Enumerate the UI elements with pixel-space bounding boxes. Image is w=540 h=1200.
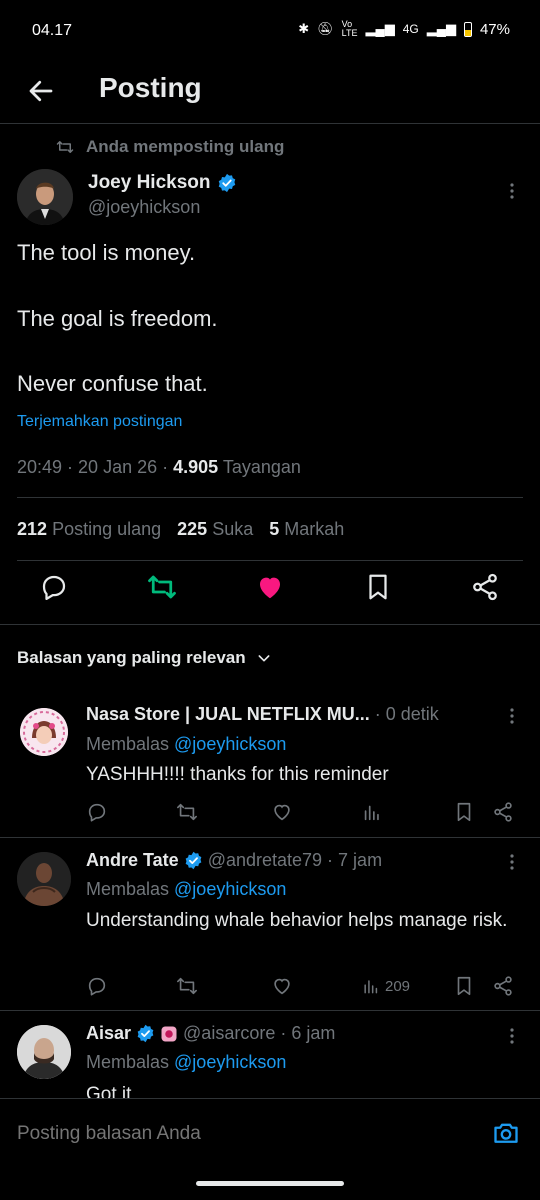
reply-mention[interactable]: @joeyhickson xyxy=(174,879,286,899)
status-icons: ✱ 🔕︎ Vo LTE ▂▄▆ 4G ▂▄▆ 47% xyxy=(298,20,510,38)
share-icon[interactable] xyxy=(492,801,514,823)
volte-icon: Vo LTE xyxy=(341,19,358,38)
post-timestamp: 20:49 · 20 Jan 26 · xyxy=(17,457,174,477)
views-button[interactable]: 209 xyxy=(361,976,410,996)
reply-author-handle[interactable]: @andretate79 xyxy=(208,850,322,871)
bookmark-icon[interactable] xyxy=(363,572,393,602)
mute-icon: 🔕︎ xyxy=(317,21,334,36)
repost-icon[interactable] xyxy=(147,572,177,602)
repost-label: Anda memposting ulang xyxy=(86,137,285,156)
author-handle[interactable]: @joeyhickson xyxy=(88,197,200,218)
battery-icon xyxy=(463,21,472,37)
post-stats: 212 Posting ulang 225 Suka 5 Markah xyxy=(17,519,344,540)
divider xyxy=(17,560,523,561)
repost-indicator: Anda memposting ulang xyxy=(56,137,284,157)
reply-author-name[interactable]: Aisar xyxy=(86,1023,131,1044)
post-text-line-3: Never confuse that. xyxy=(17,371,208,396)
repost-icon xyxy=(56,141,74,153)
reply-avatar[interactable] xyxy=(17,1025,71,1079)
reposts-stat[interactable]: 212 Posting ulang xyxy=(17,519,161,540)
reply-avatar[interactable] xyxy=(17,852,71,906)
views-icon xyxy=(364,980,378,994)
verified-badge-icon xyxy=(137,1024,154,1043)
reply-icon[interactable] xyxy=(86,975,108,997)
reply-mention[interactable]: @joeyhickson xyxy=(174,734,286,754)
views-count[interactable]: 4.905 xyxy=(173,457,218,477)
reply-time: · 7 jam xyxy=(327,850,383,870)
more-options-icon[interactable] xyxy=(502,181,522,201)
repost-icon[interactable] xyxy=(176,975,198,997)
like-icon[interactable] xyxy=(255,572,285,602)
home-indicator[interactable] xyxy=(196,1181,344,1186)
views-icon[interactable] xyxy=(361,801,383,823)
post-action-bar xyxy=(0,572,540,612)
likes-stat[interactable]: 225 Suka xyxy=(177,519,253,540)
bluetooth-icon: ✱ xyxy=(298,21,310,36)
reply-time: · 6 jam xyxy=(280,1023,336,1043)
top-bar: Posting xyxy=(0,62,540,124)
reply-input[interactable] xyxy=(17,1123,457,1145)
status-bar: 04.17 ✱ 🔕︎ Vo LTE ▂▄▆ 4G ▂▄▆ 47% xyxy=(0,0,540,62)
reply-author-handle[interactable]: @aisarcore xyxy=(183,1023,275,1044)
status-time: 04.17 xyxy=(32,22,73,39)
author-name[interactable]: Joey Hickson xyxy=(88,172,211,194)
verified-badge-icon xyxy=(218,173,235,193)
reply-avatar[interactable] xyxy=(20,708,68,756)
battery-level: 47% xyxy=(479,20,510,38)
chevron-down-icon xyxy=(258,655,270,662)
translate-link[interactable]: Terjemahkan postingan xyxy=(17,413,182,431)
like-icon[interactable] xyxy=(271,801,293,823)
views-label: Tayangan xyxy=(218,457,301,477)
more-options-icon[interactable] xyxy=(502,852,522,872)
author-name-row[interactable]: Joey Hickson xyxy=(88,172,237,194)
post-text-line-1: The tool is money. xyxy=(17,240,196,265)
verified-badge-icon xyxy=(185,851,202,870)
author-avatar[interactable] xyxy=(17,169,73,225)
reply-sort-dropdown[interactable]: Balasan yang paling relevan xyxy=(17,648,272,668)
bookmark-icon[interactable] xyxy=(453,801,475,823)
affiliate-badge-icon xyxy=(161,1026,177,1041)
reply-text: Got it xyxy=(86,1084,132,1098)
reply-text: YASHHH!!!! thanks for this reminder xyxy=(86,764,389,785)
reply-author-name[interactable]: Andre Tate xyxy=(86,850,179,871)
reply-icon[interactable] xyxy=(39,572,69,602)
share-icon[interactable] xyxy=(470,572,500,602)
reply-author-row[interactable]: Nasa Store | JUAL NETFLIX MU... · 0 deti… xyxy=(86,704,439,725)
divider xyxy=(0,837,540,838)
reply-3-clip: Aisar @aisarcore · 6 jam Membalas @joeyh… xyxy=(0,1011,540,1098)
page-title: Posting xyxy=(99,72,202,103)
signal-icon: ▂▄▆ xyxy=(365,21,395,36)
replying-to: Membalas @joeyhickson xyxy=(86,1052,287,1072)
camera-icon[interactable] xyxy=(492,1119,520,1147)
reply-text: Understanding whale behavior helps manag… xyxy=(86,910,508,931)
share-icon[interactable] xyxy=(492,975,514,997)
reply-author-name[interactable]: Nasa Store | JUAL NETFLIX MU... xyxy=(86,704,370,725)
like-icon[interactable] xyxy=(271,975,293,997)
back-arrow-icon[interactable] xyxy=(26,76,56,106)
divider xyxy=(0,624,540,625)
post-text-line-2: The goal is freedom. xyxy=(17,306,218,331)
reply-author-row[interactable]: Andre Tate @andretate79 · 7 jam xyxy=(86,850,382,871)
replying-to: Membalas @joeyhickson xyxy=(86,734,287,754)
reply-author-row[interactable]: Aisar @aisarcore · 6 jam xyxy=(86,1023,335,1044)
post-meta: 20:49 · 20 Jan 26 · 4.905 Tayangan xyxy=(17,457,301,478)
reply-sort-label[interactable]: Balasan yang paling relevan xyxy=(17,648,246,668)
bookmarks-stat[interactable]: 5 Markah xyxy=(269,519,344,540)
repost-icon[interactable] xyxy=(176,801,198,823)
bookmark-icon[interactable] xyxy=(453,975,475,997)
reply-time: · 0 detik xyxy=(374,704,439,724)
divider xyxy=(17,497,523,498)
reply-mention[interactable]: @joeyhickson xyxy=(174,1052,286,1072)
more-options-icon[interactable] xyxy=(502,1026,522,1046)
more-options-icon[interactable] xyxy=(502,706,522,726)
views-count: 209 xyxy=(385,977,411,995)
replying-to: Membalas @joeyhickson xyxy=(86,879,287,899)
reply-composer xyxy=(0,1098,540,1168)
reply-icon[interactable] xyxy=(86,801,108,823)
network-type: 4G xyxy=(402,22,419,36)
signal-icon-2: ▂▄▆ xyxy=(426,21,456,36)
